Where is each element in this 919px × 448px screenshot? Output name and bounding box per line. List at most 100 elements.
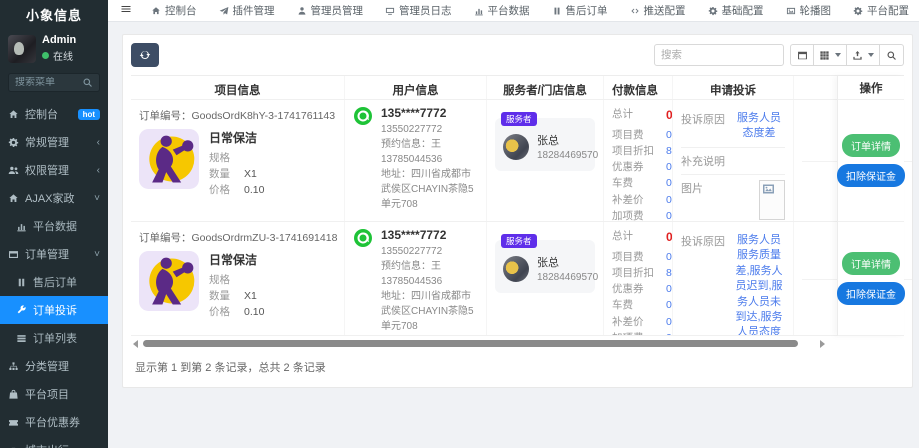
server-phone: 18284469570	[537, 272, 599, 283]
price-label: 价格	[209, 183, 230, 196]
sidebar-item-aftersale-orders[interactable]: 售后订单	[0, 268, 108, 296]
ticket-icon	[9, 419, 18, 426]
nav-item-carousel[interactable]: 轮播图	[775, 3, 843, 18]
order-detail-button[interactable]: 订单详情	[842, 252, 900, 275]
chevron-left-icon: ‹	[96, 136, 100, 148]
server-name: 张总	[537, 257, 559, 269]
user-avatar[interactable]	[8, 34, 36, 63]
table-row: 订单编号：GoodsOrdK8hY-3-1741761143ID:49 日常保洁…	[131, 100, 912, 222]
sitemap-icon	[9, 361, 18, 370]
qty-label: 数量	[209, 289, 230, 302]
booking-label: 预约信息：	[381, 138, 431, 150]
complaint-reason[interactable]: 服务人员态度差	[733, 111, 785, 142]
pause-icon	[554, 7, 559, 14]
broken-image-icon	[763, 184, 774, 194]
toggle-view-button[interactable]	[790, 44, 814, 66]
actions-cell: 订单详情 扣除保证金	[837, 222, 905, 336]
qty-label: 数量	[209, 167, 230, 180]
sidebar-item-ajax-housekeeping[interactable]: AJAX家政 ˅	[0, 184, 108, 212]
reason-label: 投诉原因	[681, 236, 725, 248]
deduct-deposit-button[interactable]: 扣除保证金	[837, 164, 905, 187]
masked-phone: 135****7772	[381, 106, 447, 120]
cell-payment-info: 总计0.08 项目费0.10 项目折扣8 优惠券0.00 车费0.00 补差价0…	[604, 222, 673, 335]
sidebar-item-platform-data[interactable]: 平台数据	[0, 212, 108, 240]
order-detail-button[interactable]: 订单详情	[842, 134, 900, 157]
sidebar-item-permission[interactable]: 权限管理 ‹	[0, 156, 108, 184]
cell-complaint-info: 投诉原因服务人员服务质量差,服务人员迟到,服务人员未到达,服务人员态度差 补充说…	[673, 222, 794, 335]
qty-value: X1	[244, 289, 257, 302]
pause-icon	[18, 278, 25, 286]
nav-item-basic-config[interactable]: 基础配置	[697, 3, 775, 18]
cell-server-info: 服务者 张总 18284469570	[487, 100, 604, 221]
search-icon	[83, 78, 93, 88]
server-avatar	[503, 255, 529, 282]
table-card: 项目信息 用户信息 服务者/门店信息 付款信息 申请投诉 订单编号：GoodsO…	[122, 34, 913, 388]
nav-item-aftersale-orders[interactable]: 售后订单	[541, 3, 619, 18]
cell-payment-info: 总计0.08 项目费0.10 项目折扣8 优惠券0.00 车费0.00 补差价0…	[604, 100, 673, 221]
sidebar-item-platform-project[interactable]: 平台项目	[0, 380, 108, 408]
total-value: 0.08	[666, 108, 673, 122]
sidebar-item-category[interactable]: 分类管理	[0, 352, 108, 380]
cell-project-info: 订单编号：GoodsOrdK8hY-3-1741761143ID:49 日常保洁…	[131, 100, 345, 221]
deduct-deposit-button[interactable]: 扣除保证金	[837, 282, 905, 305]
address-label: 地址：	[381, 168, 411, 180]
wechat-icon	[354, 229, 372, 247]
sidebar-item-dashboard[interactable]: 控制台 hot	[0, 100, 108, 128]
server-badge: 服务者	[501, 234, 537, 248]
table-search-input[interactable]	[654, 44, 784, 66]
cell-server-info: 服务者 张总 18284469570	[487, 222, 604, 335]
server-avatar	[503, 133, 529, 160]
nav-item-admins[interactable]: 管理员管理	[286, 3, 375, 18]
main-area: 控制台 插件管理 管理员管理 管理员日志 平台数据 售后订单 推送配置 基础配置…	[108, 0, 919, 448]
nav-item-platform-config[interactable]: 平台配置	[842, 3, 919, 18]
server-name: 张总	[537, 135, 559, 147]
table-button-group	[790, 44, 904, 66]
sidebar-search-input[interactable]	[15, 77, 82, 88]
sidebar-item-order-list[interactable]: 订单列表	[0, 324, 108, 352]
scrollbar-thumb[interactable]	[143, 340, 798, 347]
order-no: GoodsOrdrmZU-3-1741691418	[191, 232, 338, 244]
nav-item-platform-data[interactable]: 平台数据	[463, 3, 541, 18]
plane-icon	[219, 6, 228, 15]
scroll-left-arrow[interactable]	[133, 340, 138, 348]
export-button[interactable]	[847, 44, 880, 66]
nav-item-push-config[interactable]: 推送配置	[619, 3, 697, 18]
columns-button[interactable]	[814, 44, 847, 66]
sidebar-item-platform-coupon[interactable]: 平台优惠券	[0, 408, 108, 436]
card-icon	[9, 250, 18, 258]
horizontal-scrollbar[interactable]	[133, 339, 902, 349]
wechat-icon	[354, 107, 372, 125]
col-header-user: 用户信息	[345, 76, 487, 99]
sidebar-item-city-travel[interactable]: 城市出行	[0, 436, 108, 448]
table-header-row: 项目信息 用户信息 服务者/门店信息 付款信息 申请投诉	[131, 76, 904, 100]
search-button[interactable]	[880, 44, 904, 66]
scroll-right-arrow[interactable]	[820, 340, 825, 348]
cell-complaint-info: 投诉原因 服务人员态度差 补充说明 图片	[673, 100, 794, 221]
chart-icon	[17, 223, 26, 231]
chevron-left-icon: ‹	[96, 164, 100, 176]
note-label: 补充说明	[681, 155, 725, 168]
columns-icon	[820, 50, 829, 60]
spec-label: 规格	[209, 274, 230, 286]
actions-cell: 订单详情 扣除保证金	[837, 100, 905, 222]
menu-toggle-icon[interactable]	[118, 3, 140, 18]
nav-item-plugins[interactable]: 插件管理	[208, 3, 286, 18]
nav-item-admin-logs[interactable]: 管理员日志	[374, 3, 463, 18]
price-value: 0.10	[244, 305, 265, 318]
col-header-complaint: 申请投诉	[673, 76, 794, 99]
online-status-dot	[42, 52, 49, 59]
complaint-image[interactable]	[759, 179, 785, 220]
product-image	[139, 251, 199, 311]
sidebar-item-order-complaints[interactable]: 订单投诉	[0, 296, 108, 324]
chevron-down-icon: ˅	[94, 192, 100, 204]
sidebar-item-order-management[interactable]: 订单管理 ˅	[0, 240, 108, 268]
masked-phone: 135****7772	[381, 228, 447, 242]
table-row: 订单编号：GoodsOrdrmZU-3-1741691418ID:38 日常保洁…	[131, 222, 912, 336]
sidebar-item-general[interactable]: 常规管理 ‹	[0, 128, 108, 156]
nav-item-dashboard[interactable]: 控制台	[140, 3, 208, 18]
complaint-reason[interactable]: 服务人员服务质量差,服务人员迟到,服务人员未到达,服务人员态度差	[733, 233, 785, 335]
col-header-server: 服务者/门店信息	[487, 76, 604, 99]
refresh-button[interactable]	[131, 43, 159, 67]
price-label: 价格	[209, 305, 230, 318]
spec-label: 规格	[209, 152, 230, 164]
